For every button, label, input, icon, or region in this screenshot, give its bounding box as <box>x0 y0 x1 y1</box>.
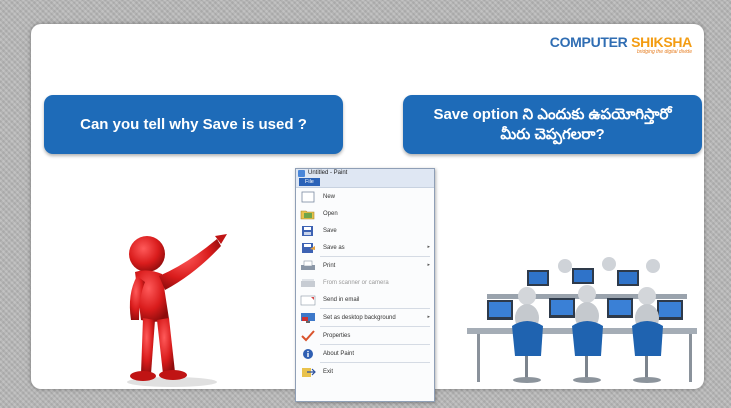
menu-item-new[interactable]: New <box>296 188 434 205</box>
menu-item-label: Set as desktop background <box>323 314 396 321</box>
paint-app-icon <box>298 170 305 177</box>
new-document-icon <box>300 191 316 203</box>
menu-item-label: Open <box>323 210 338 217</box>
menu-item-save[interactable]: Save <box>296 222 434 239</box>
submenu-arrow-icon: ▸ <box>427 244 430 250</box>
menu-item-set-desktop-background[interactable]: Set as desktop background ▸ <box>296 309 434 326</box>
logo-wordmark: COMPUTER SHIKSHA <box>549 34 693 50</box>
paint-window-title: Untitled - Paint <box>308 170 348 176</box>
desktop-background-icon <box>300 312 316 324</box>
paint-ribbon-row: File <box>296 178 434 187</box>
exit-icon <box>300 366 316 378</box>
question-callout-telugu: Save option ని ఎందుకు ఉపయోగిస్తారో మీరు … <box>403 95 702 154</box>
menu-item-label: Exit <box>323 368 334 375</box>
slide-card: COMPUTER SHIKSHA bridging the digital di… <box>31 24 704 402</box>
menu-item-about-paint[interactable]: About Paint <box>296 345 434 362</box>
submenu-arrow-icon: ▸ <box>427 314 430 320</box>
red-pointing-figure-illustration <box>127 234 227 387</box>
question-callout-english: Can you tell why Save is used ? <box>44 95 343 154</box>
menu-item-open[interactable]: Open <box>296 205 434 222</box>
menu-item-print[interactable]: Print ▸ <box>296 257 434 274</box>
submenu-arrow-icon: ▸ <box>427 262 430 268</box>
question-text-telugu: Save option ని ఎందుకు ఉపయోగిస్తారో మీరు … <box>433 105 671 145</box>
logo-brand-part1: COMPUTER <box>549 34 628 50</box>
menu-item-exit[interactable]: Exit <box>296 363 434 380</box>
menu-item-label: Print <box>323 262 336 269</box>
desk-row-front <box>467 285 697 383</box>
menu-item-from-scanner[interactable]: From scanner or camera <box>296 274 434 291</box>
email-icon <box>300 294 316 306</box>
menu-item-label: Send in email <box>323 296 360 303</box>
menu-item-label: From scanner or camera <box>323 279 389 286</box>
paint-file-menu-screenshot: Untitled - Paint File New Open Save Save… <box>295 168 435 402</box>
menu-item-save-as[interactable]: Save as ▸ <box>296 239 434 256</box>
menu-item-label: Save <box>323 227 337 234</box>
file-menu: New Open Save Save as ▸ Print ▸ From sca… <box>296 187 434 401</box>
scanner-icon <box>300 277 316 289</box>
question-text-english: Can you tell why Save is used ? <box>80 116 307 133</box>
open-folder-icon <box>300 208 316 220</box>
paint-title-bar: Untitled - Paint <box>296 169 434 178</box>
save-as-icon <box>300 242 316 254</box>
menu-item-label: Save as <box>323 244 345 251</box>
menu-item-send-email[interactable]: Send in email <box>296 291 434 308</box>
menu-item-label: Properties <box>323 332 351 339</box>
computer-shiksha-logo: COMPUTER SHIKSHA bridging the digital di… <box>549 34 693 55</box>
printer-icon <box>300 260 316 272</box>
properties-check-icon <box>300 329 316 342</box>
info-icon <box>300 348 316 360</box>
save-disk-icon <box>300 225 316 237</box>
menu-item-label: About Paint <box>323 350 355 357</box>
logo-brand-part2: SHIKSHA <box>627 34 692 50</box>
computer-lab-illustration <box>467 257 697 383</box>
question-telugu-line2: మీరు చెప్పగలరా? <box>500 125 605 143</box>
file-tab[interactable]: File <box>299 178 320 186</box>
menu-item-properties[interactable]: Properties <box>296 327 434 344</box>
question-telugu-line1: Save option ని ఎందుకు ఉపయోగిస్తారో <box>433 105 672 123</box>
menu-item-label: New <box>323 193 336 200</box>
